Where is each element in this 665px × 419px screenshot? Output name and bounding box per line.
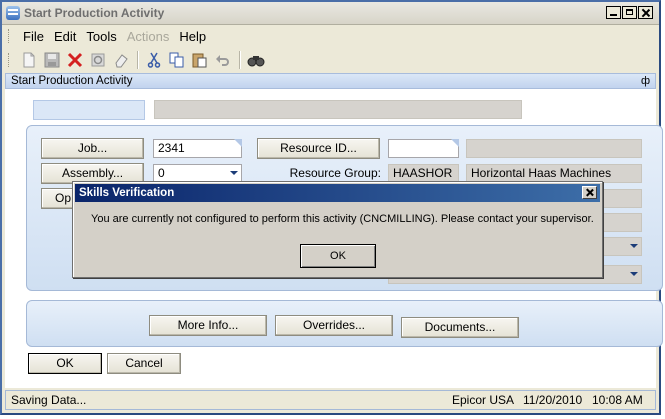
menu-tools[interactable]: Tools (81, 29, 121, 44)
cut-icon[interactable] (143, 50, 165, 70)
dialog-title: Skills Verification (79, 187, 175, 199)
title-bar: Start Production Activity (2, 2, 659, 25)
assembly-value: 0 (158, 166, 165, 180)
cancel-button[interactable]: Cancel (107, 353, 181, 374)
chevron-down-icon[interactable] (230, 171, 238, 175)
job-button[interactable]: Job... (41, 138, 144, 159)
chevron-down-icon[interactable] (630, 272, 638, 276)
status-date: 11/20/2010 (523, 393, 583, 407)
panel-title: Start Production Activity (11, 75, 133, 87)
save-icon[interactable] (41, 50, 63, 70)
dialog-message: You are currently not configured to perf… (91, 213, 594, 225)
toolbar-separator (137, 51, 139, 69)
menu-help[interactable]: Help (174, 29, 211, 44)
resource-description-field (466, 139, 642, 158)
ok-button[interactable]: OK (28, 353, 102, 374)
status-bar: Saving Data... Epicor USA 11/20/2010 10:… (5, 390, 656, 410)
header-blue-box (33, 100, 145, 120)
panel-header: Start Production Activity ф (5, 73, 656, 89)
minimize-button[interactable] (606, 6, 621, 19)
toolbar-separator (239, 51, 241, 69)
status-time: 10:08 AM (592, 393, 643, 407)
copy-icon[interactable] (166, 50, 188, 70)
resource-id-field[interactable] (388, 139, 459, 158)
skills-verification-dialog: Skills Verification You are currently no… (72, 181, 603, 278)
menu-grip (8, 29, 12, 43)
paste-icon[interactable] (189, 50, 211, 70)
job-field[interactable]: 2341 (153, 139, 242, 158)
new-icon[interactable] (18, 50, 40, 70)
actions-group-panel: More Info... Overrides... Documents... (26, 300, 663, 347)
window-title: Start Production Activity (24, 6, 165, 20)
status-company: Epicor USA (452, 393, 515, 407)
menu-file[interactable]: File (18, 29, 49, 44)
refresh-icon[interactable] (87, 50, 109, 70)
documents-button[interactable]: Documents... (401, 317, 519, 338)
delete-icon[interactable] (64, 50, 86, 70)
resource-id-button[interactable]: Resource ID... (257, 138, 380, 159)
pin-icon[interactable]: ф (641, 74, 650, 88)
dialog-close-button[interactable] (582, 186, 597, 199)
dialog-title-bar: Skills Verification (75, 184, 600, 202)
dialog-ok-button[interactable]: OK (300, 244, 376, 268)
menu-actions[interactable]: Actions (122, 29, 175, 44)
close-button[interactable] (638, 6, 653, 19)
header-description-field (154, 100, 522, 119)
toolbar (2, 47, 659, 73)
overrides-button[interactable]: Overrides... (275, 315, 393, 336)
toolbar-grip (8, 53, 12, 67)
resource-group-label: Resource Group: (289, 166, 381, 180)
menu-edit[interactable]: Edit (49, 29, 81, 44)
undo-icon[interactable] (212, 50, 234, 70)
search-icon[interactable] (245, 50, 267, 70)
menu-bar: File Edit Tools Actions Help (2, 25, 659, 47)
maximize-button[interactable] (622, 6, 637, 19)
status-text: Saving Data... (11, 393, 87, 407)
clear-icon[interactable] (110, 50, 132, 70)
caption-buttons (606, 6, 653, 19)
app-icon (6, 6, 20, 20)
chevron-down-icon[interactable] (630, 244, 638, 248)
more-info-button[interactable]: More Info... (149, 315, 267, 336)
